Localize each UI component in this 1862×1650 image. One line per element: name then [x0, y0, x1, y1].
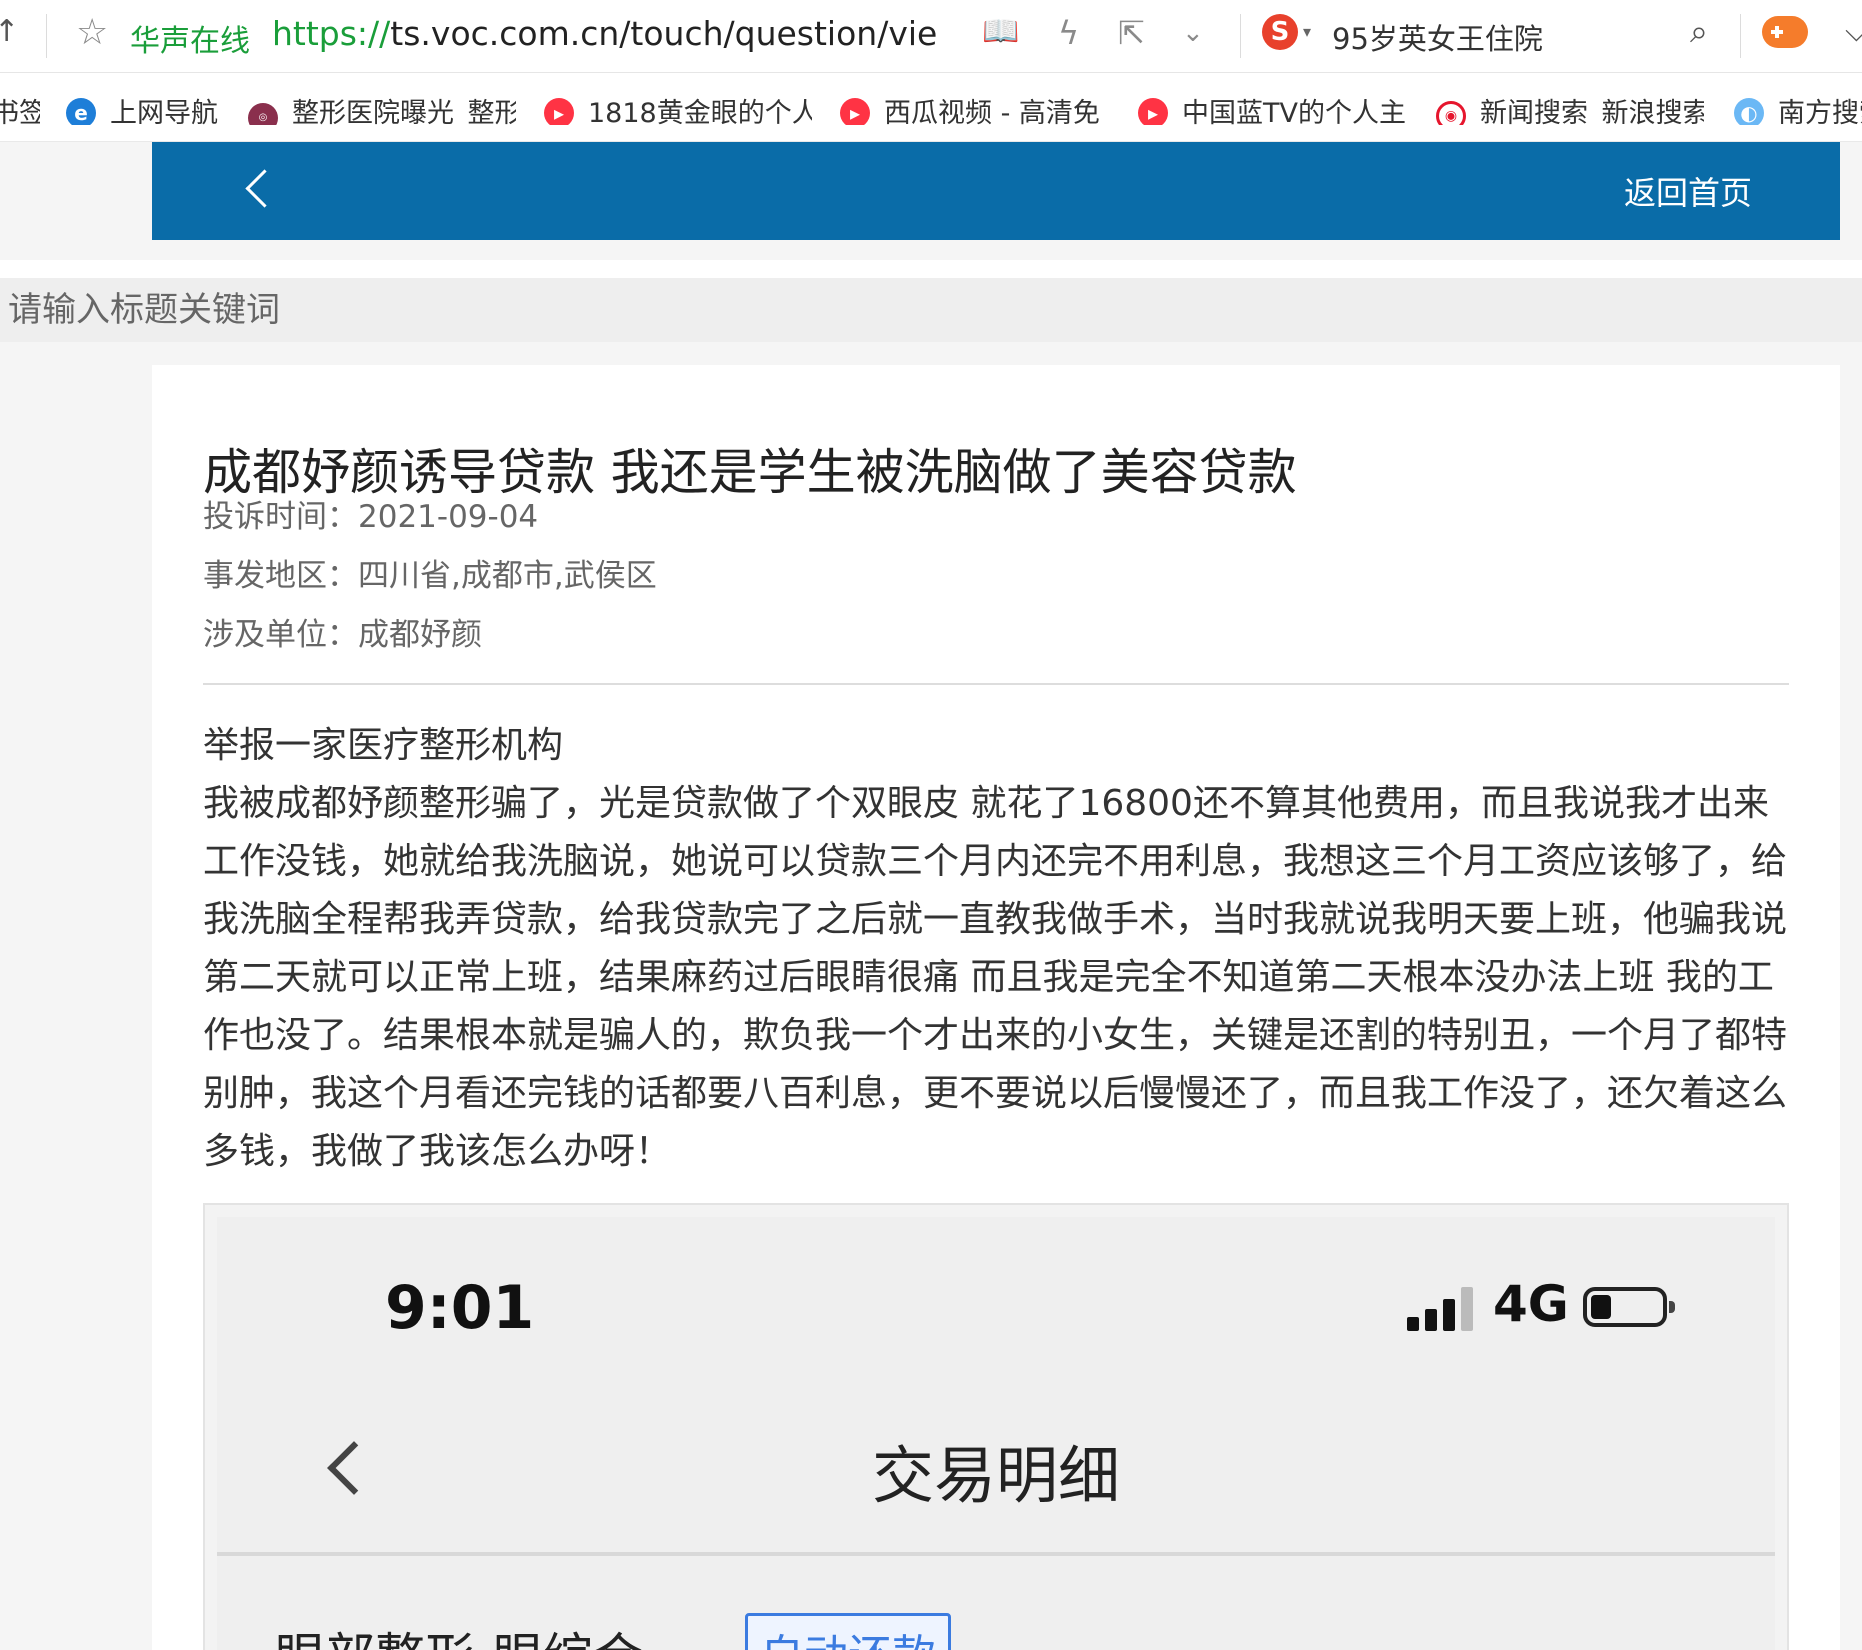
site-name-label: 华声在线	[130, 24, 250, 59]
game-controller-icon[interactable]	[1762, 16, 1808, 48]
site-header: 返回首页	[152, 142, 1840, 240]
bookmark-label: 1818黄金眼的个人	[588, 98, 812, 125]
signal-bars-icon	[1407, 1287, 1479, 1331]
search-engine-icon[interactable]: S	[1262, 14, 1298, 50]
bookmark-label: 南方搜索	[1778, 98, 1862, 125]
phone-screen: 9:01 4G 交易明细 眼部整形-眼综合 自动还款	[217, 1217, 1775, 1650]
complaint-paragraph: 我被成都妤颜整形骗了，光是贷款做了个双眼皮 就花了16800还不算其他费用，而且…	[203, 783, 1788, 1172]
bookmark-item[interactable]: ◐ 南方搜索	[1734, 91, 1862, 125]
url-path: ts.voc.com.cn/touch/question/view/2	[390, 14, 937, 53]
divider	[46, 14, 47, 58]
share-icon[interactable]: ⇱	[1118, 14, 1145, 52]
evidence-screenshot-image[interactable]: 9:01 4G 交易明细 眼部整形-眼综合 自动还款	[203, 1203, 1789, 1650]
complaint-body: 举报一家医疗整形机构 我被成都妤颜整形骗了，光是贷款做了个双眼皮 就花了1680…	[203, 717, 1793, 1181]
bookmark-label: 西瓜视频 - 高清免	[884, 98, 1100, 125]
involved-unit: 涉及单位：成都妤颜	[203, 617, 482, 653]
favorite-star-icon[interactable]: ☆	[76, 12, 108, 53]
weibo-icon: ◉	[1436, 101, 1466, 125]
url-field[interactable]: https://ts.voc.com.cn/touch/question/vie…	[272, 14, 937, 53]
nav-up-icon[interactable]: ↑	[0, 14, 19, 49]
divider	[217, 1552, 1775, 1556]
bookmark-item[interactable]: ▸ 中国蓝TV的个人主	[1138, 91, 1406, 125]
ie-icon: e	[66, 98, 96, 125]
browser-address-bar: ↑ ☆ 华声在线 https://ts.voc.com.cn/touch/que…	[0, 0, 1862, 73]
reader-mode-icon[interactable]: 📖	[982, 14, 1019, 49]
engine-dropdown-caret-icon[interactable]: ▾	[1303, 22, 1311, 41]
video-play-icon: ▸	[840, 98, 870, 125]
bookmark-item[interactable]: ▸ 西瓜视频 - 高清免	[840, 91, 1108, 125]
zhengxing-logo-icon: ◎	[248, 103, 278, 125]
nanfang-icon: ◐	[1734, 98, 1764, 125]
search-icon[interactable]: ⌕	[1690, 12, 1708, 51]
bookmark-label: 中国蓝TV的个人主	[1182, 98, 1406, 125]
search-bar	[0, 278, 1862, 342]
bookmark-item[interactable]: e 上网导航	[66, 91, 226, 125]
bookmark-item[interactable]: 书签	[0, 91, 40, 125]
divider	[1240, 14, 1241, 58]
speed-mode-icon[interactable]: ϟ	[1058, 14, 1079, 52]
home-link[interactable]: 返回首页	[1624, 168, 1752, 214]
network-type: 4G	[1493, 1275, 1569, 1333]
phone-page-title: 交易明细	[871, 1439, 1120, 1512]
video-play-icon: ▸	[544, 98, 574, 125]
bookmark-label: 新闻搜索_新浪搜索	[1480, 98, 1704, 125]
phone-time: 9:01	[385, 1273, 535, 1343]
bookmark-label: 上网导航	[110, 98, 218, 125]
complaint-time: 投诉时间：2021-09-04	[203, 499, 539, 535]
divider	[203, 683, 1789, 685]
transaction-item-name: 眼部整形-眼综合	[275, 1617, 643, 1650]
incident-region: 事发地区：四川省,成都市,武侯区	[203, 558, 657, 594]
battery-icon	[1583, 1287, 1675, 1327]
auto-repay-badge: 自动还款	[745, 1613, 951, 1650]
search-input[interactable]	[0, 278, 1862, 342]
video-play-icon: ▸	[1138, 98, 1168, 125]
more-icon[interactable]: ⌵	[1845, 14, 1862, 49]
chevron-down-icon[interactable]: ⌄	[1182, 18, 1204, 48]
bookmark-item[interactable]: ◎ 整形医院曝光_整形	[248, 91, 516, 125]
bookmark-item[interactable]: ◉ 新闻搜索_新浪搜索	[1436, 91, 1704, 125]
hot-search-text[interactable]: 95岁英女王住院	[1332, 16, 1543, 58]
url-protocol: https://	[272, 14, 391, 53]
bookmark-item[interactable]: ▸ 1818黄金眼的个人	[544, 91, 812, 125]
complaint-paragraph: 举报一家医疗整形机构	[203, 725, 564, 766]
page: ↑ ☆ 华声在线 https://ts.voc.com.cn/touch/que…	[0, 0, 1862, 1650]
bookmark-label: 整形医院曝光_整形	[292, 98, 516, 125]
bookmarks-bar: 书签 e 上网导航 ◎ 整形医院曝光_整形 ▸ 1818黄金眼的个人 ▸ 西瓜视频 - …	[0, 73, 1862, 142]
complaint-card: 成都妤颜诱导贷款 我还是学生被洗脑做了美容贷款 投诉时间：2021-09-04 …	[152, 365, 1840, 1650]
divider	[1740, 14, 1741, 58]
bookmark-label: 书签	[0, 98, 40, 125]
back-button[interactable]	[237, 166, 277, 216]
